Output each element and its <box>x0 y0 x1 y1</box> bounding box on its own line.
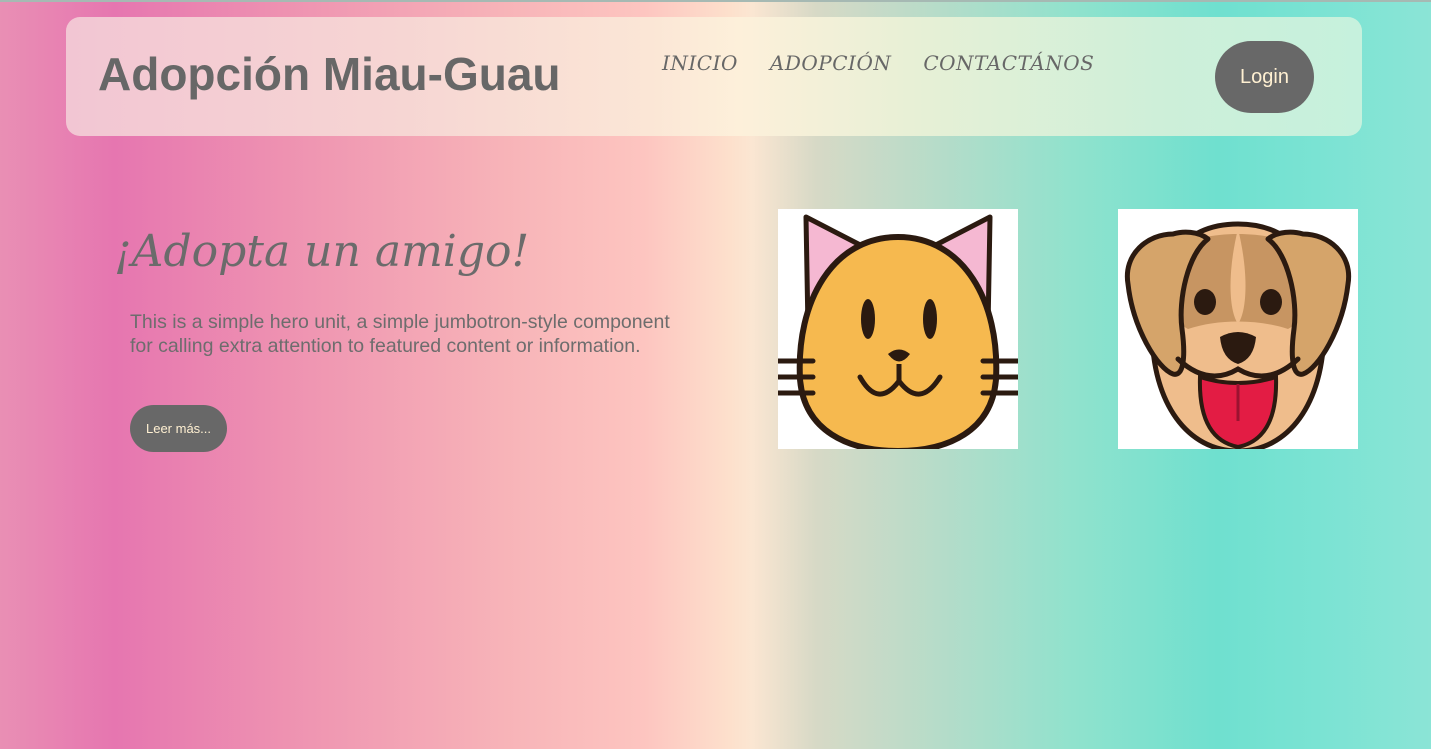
read-more-button[interactable]: Leer más... <box>130 405 227 452</box>
cat-image <box>778 209 1018 449</box>
dog-face-icon <box>1124 221 1352 449</box>
navbar: Adopción Miau-Guau INICIO ADOPCIÓN CONTA… <box>66 17 1362 136</box>
hero-text: This is a simple hero unit, a simple jum… <box>130 311 670 357</box>
nav-item-inicio: INICIO <box>662 51 738 75</box>
hero-title: ¡Adopta un amigo! <box>114 226 530 277</box>
cat-face-icon <box>778 214 1018 449</box>
nav-item-contactanos: CONTACTÁNOS <box>923 51 1094 75</box>
nav-link-adopcion[interactable]: ADOPCIÓN <box>770 51 891 75</box>
brand-title[interactable]: Adopción Miau-Guau <box>98 47 561 101</box>
nav-item-adopcion: ADOPCIÓN <box>770 51 891 75</box>
login-button[interactable]: Login <box>1215 41 1314 113</box>
nav-link-inicio[interactable]: INICIO <box>662 51 738 75</box>
top-border <box>0 0 1431 2</box>
nav-link-contactanos[interactable]: CONTACTÁNOS <box>923 51 1094 75</box>
nav-menu: INICIO ADOPCIÓN CONTACTÁNOS <box>662 51 1094 75</box>
dog-image <box>1118 209 1358 449</box>
